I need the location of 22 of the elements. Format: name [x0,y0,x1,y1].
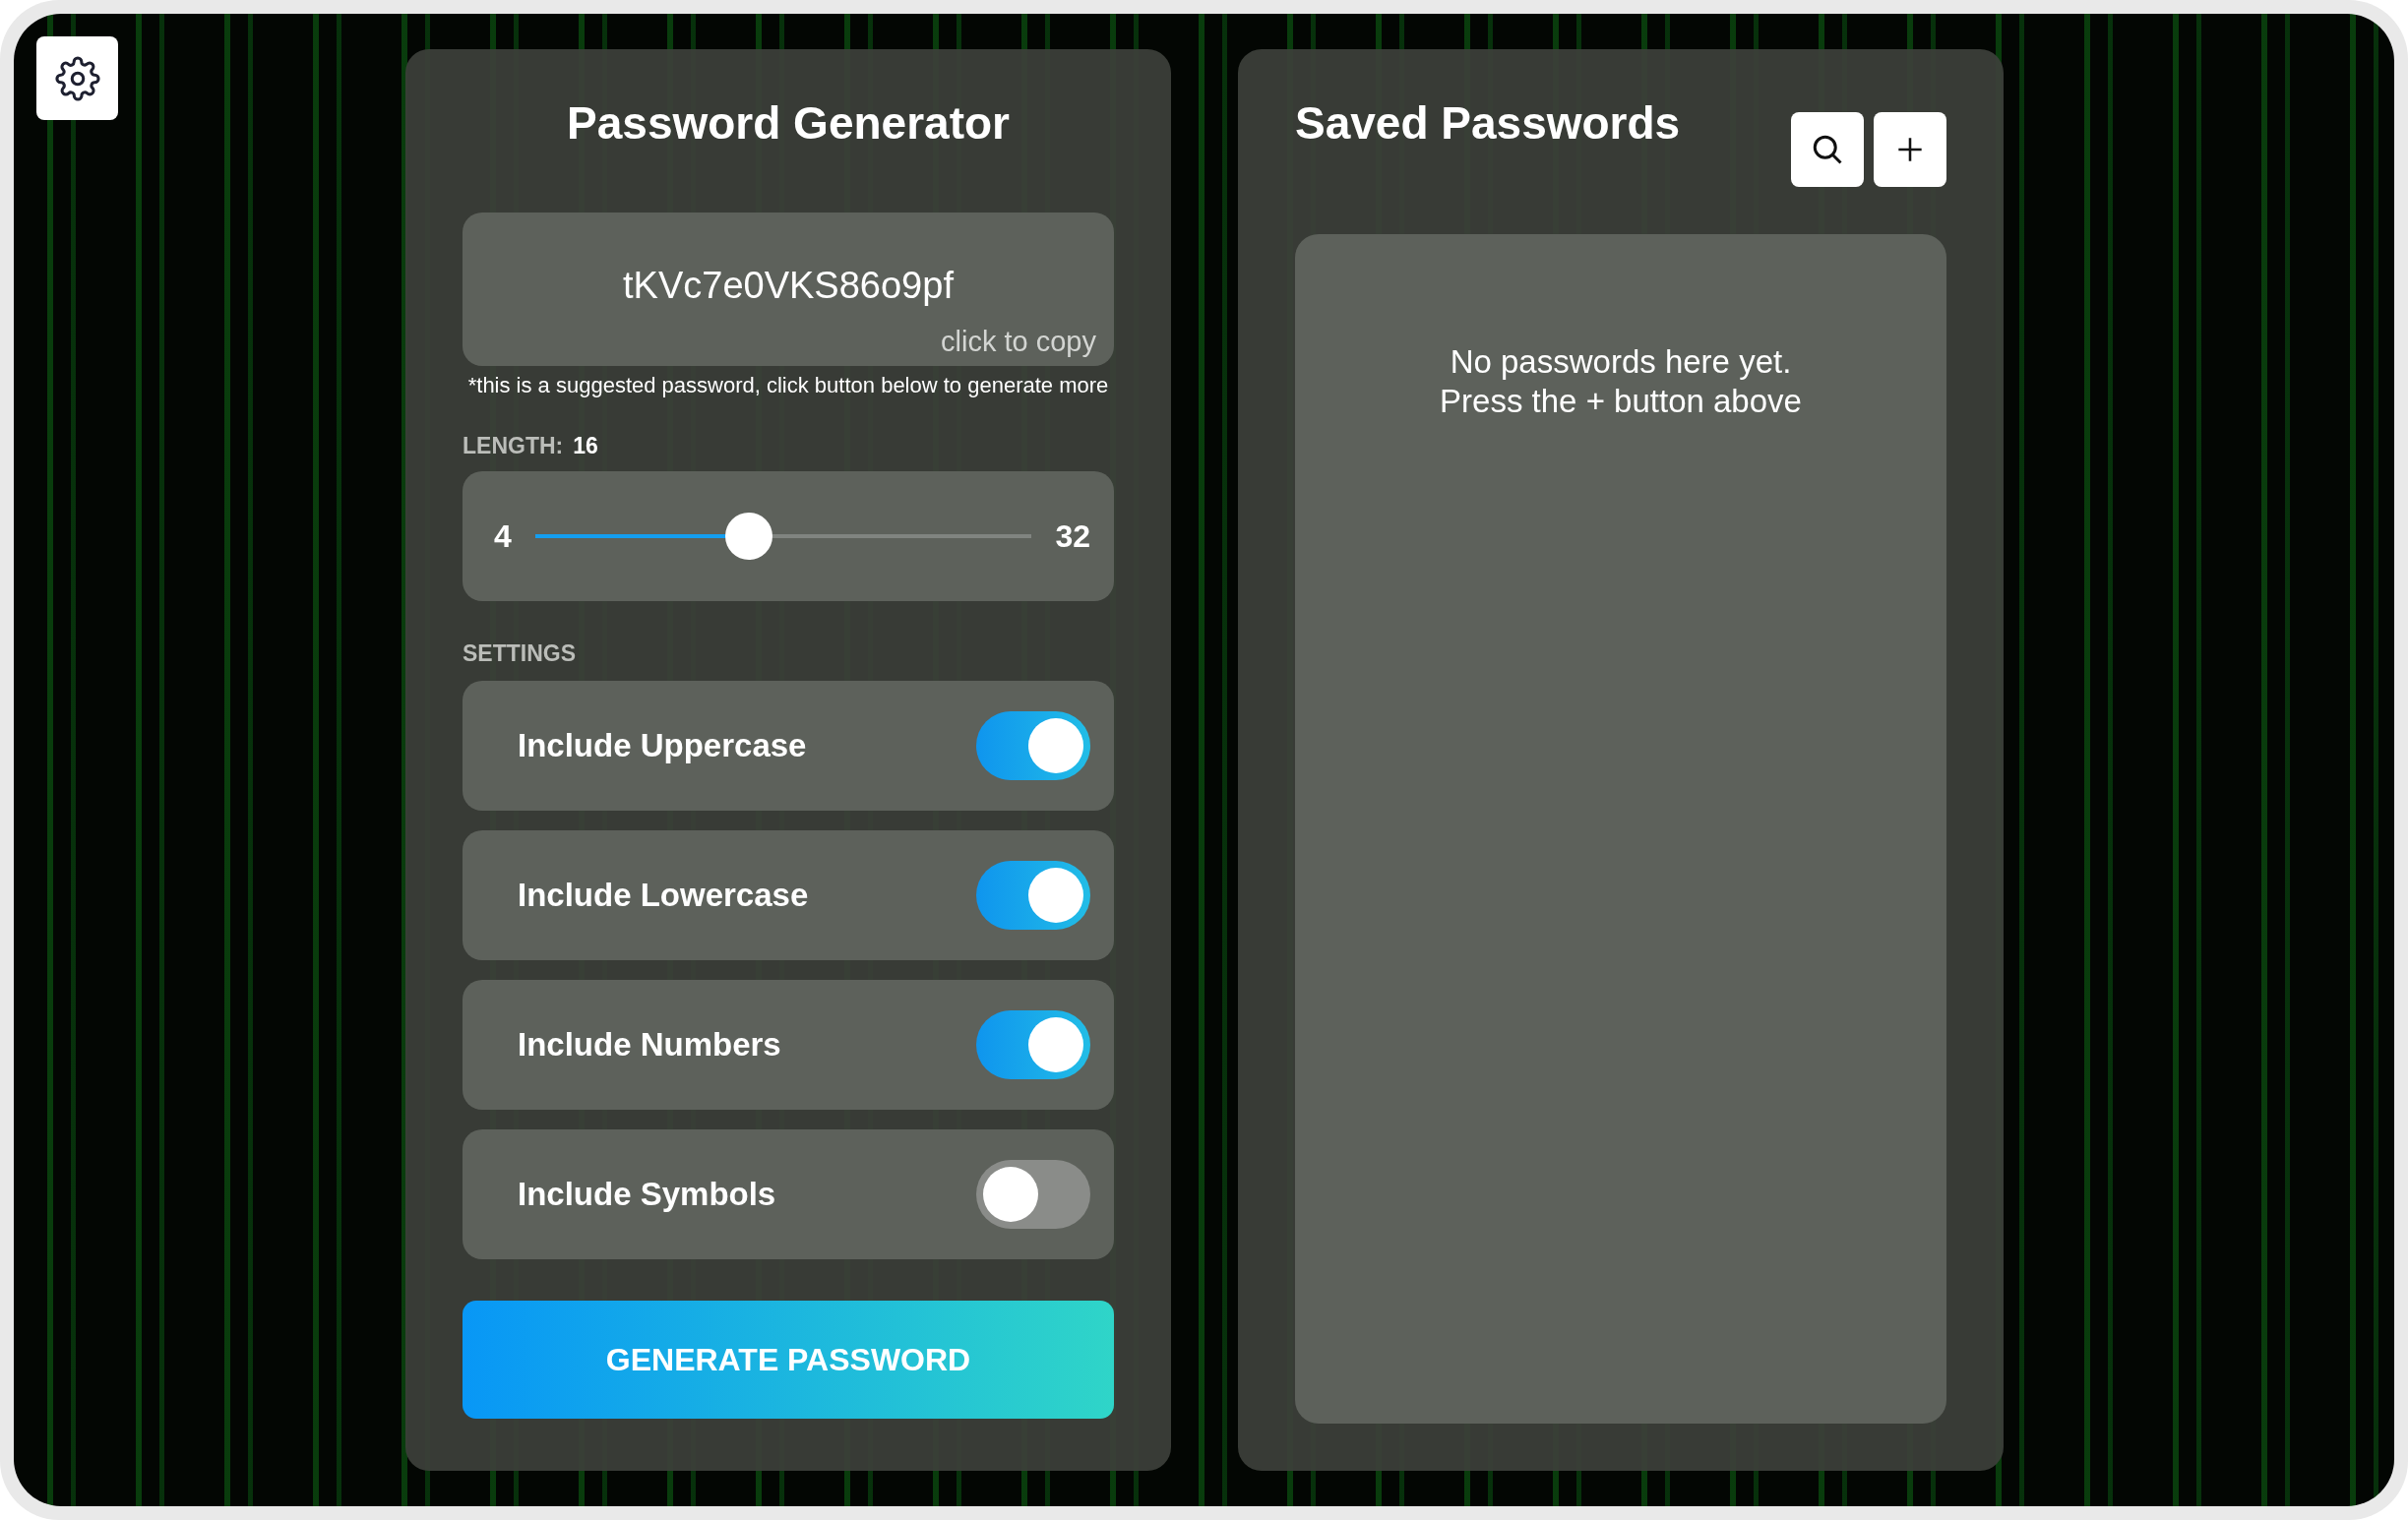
length-label: LENGTH: [463,433,564,459]
empty-message: No passwords here yet. Press the + button above [1439,342,1803,421]
suggestion-note: *this is a suggested password, click button below to generate more [466,372,1110,399]
slider-thumb[interactable] [724,513,772,560]
panel-title: Saved Passwords [1295,96,1681,150]
setting-label: Include Lowercase [518,877,809,914]
panel-title: Password Generator [566,96,1011,150]
settings-icon [54,55,100,101]
settings-button[interactable] [36,36,118,120]
slider-max: 32 [1055,517,1090,555]
plus-icon [1896,136,1924,163]
search-button[interactable] [1791,112,1864,187]
add-button[interactable] [1874,112,1946,187]
length-value: 16 [573,433,598,459]
slider-min: 4 [494,517,512,555]
setting-label: Include Uppercase [518,727,807,764]
setting-label: Include Numbers [518,1026,781,1064]
password-text: tKVc7e0VKS86o9pf [623,264,954,307]
copy-hint: click to copy [941,326,1096,358]
settings-label: SETTINGS [463,640,577,667]
password-display[interactable]: tKVc7e0VKS86o9pf click to copy [463,213,1114,366]
setting-label: Include Symbols [518,1176,776,1213]
